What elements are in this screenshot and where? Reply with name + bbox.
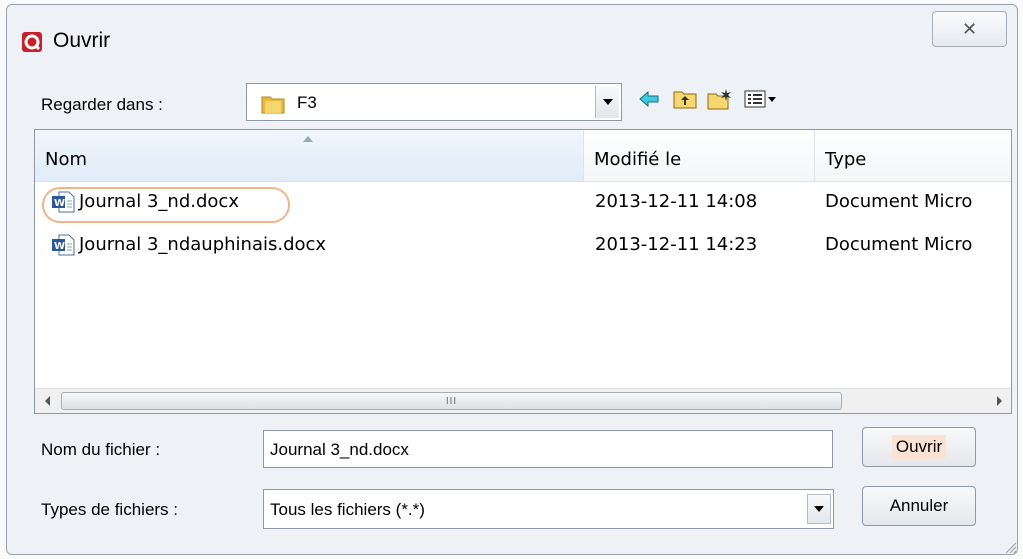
resize-grip-icon[interactable] — [1003, 540, 1017, 554]
file-name: Journal 3_nd.docx — [79, 191, 239, 212]
cancel-button[interactable]: Annuler — [862, 486, 976, 526]
sort-ascending-icon — [303, 136, 313, 142]
svg-text:W: W — [54, 198, 65, 209]
file-modified: 2013-12-11 14:08 — [595, 191, 758, 212]
file-modified: 2013-12-11 14:23 — [595, 234, 758, 255]
open-button[interactable]: Ouvrir — [862, 427, 976, 467]
close-icon: ✕ — [961, 18, 978, 39]
filetype-dropdown-arrow[interactable] — [807, 494, 831, 524]
new-folder-button[interactable] — [705, 85, 735, 117]
file-row[interactable]: W Journal 3_ndauphinais.docx 2013-12-11 … — [35, 228, 1011, 262]
chevron-down-icon — [602, 99, 613, 105]
up-folder-icon — [673, 89, 697, 114]
word-document-icon: W — [51, 191, 75, 213]
up-folder-button[interactable] — [670, 85, 700, 117]
chevron-left-icon — [44, 396, 50, 406]
file-row[interactable]: W Journal 3_nd.docx 2013-12-11 14:08 Doc… — [35, 185, 1011, 223]
file-type: Document Micro — [825, 234, 973, 255]
column-header-modified[interactable]: Modifié le — [584, 130, 815, 182]
scrollbar-thumb[interactable]: III — [61, 392, 842, 410]
close-button[interactable]: ✕ — [932, 11, 1007, 47]
filename-label: Nom du fichier : — [41, 440, 161, 459]
file-type: Document Micro — [825, 191, 973, 212]
grip-icon: III — [445, 395, 458, 407]
file-list[interactable]: Nom Modifié le Type W Journal 3_nd.docx … — [34, 129, 1012, 414]
back-button[interactable] — [634, 85, 664, 117]
new-folder-icon — [707, 88, 733, 115]
title-bar: Ouvrir ✕ — [7, 5, 1017, 67]
lookin-value: F3 — [297, 93, 317, 112]
column-header-name[interactable]: Nom — [35, 130, 584, 182]
filetype-select[interactable]: Tous les fichiers (*.*) — [263, 489, 834, 529]
app-logo-icon — [21, 31, 43, 53]
back-arrow-icon — [638, 90, 660, 113]
file-name: Journal 3_ndauphinais.docx — [79, 234, 327, 255]
filetype-value: Tous les fichiers (*.*) — [270, 500, 425, 519]
chevron-down-icon — [814, 506, 824, 512]
filetype-label: Types de fichiers : — [41, 500, 179, 519]
column-header-type[interactable]: Type — [815, 130, 1011, 182]
scroll-right-button[interactable] — [987, 389, 1011, 413]
view-menu-button[interactable] — [740, 85, 784, 117]
chevron-right-icon — [996, 396, 1002, 406]
folder-icon — [261, 94, 285, 114]
svg-text:W: W — [54, 241, 65, 252]
word-document-icon: W — [51, 234, 75, 256]
scroll-left-button[interactable] — [35, 389, 59, 413]
lookin-label: Regarder dans : — [41, 95, 163, 114]
filename-input[interactable]: Journal 3_nd.docx — [263, 430, 833, 468]
lookin-dropdown-arrow[interactable] — [595, 86, 619, 118]
open-dialog: Ouvrir ✕ Regarder dans : F3 Nom Modifié … — [6, 4, 1018, 555]
horizontal-scrollbar[interactable]: III — [35, 388, 1011, 413]
view-list-icon — [744, 89, 780, 114]
window-title: Ouvrir — [53, 29, 111, 52]
lookin-dropdown[interactable]: F3 — [246, 83, 622, 121]
